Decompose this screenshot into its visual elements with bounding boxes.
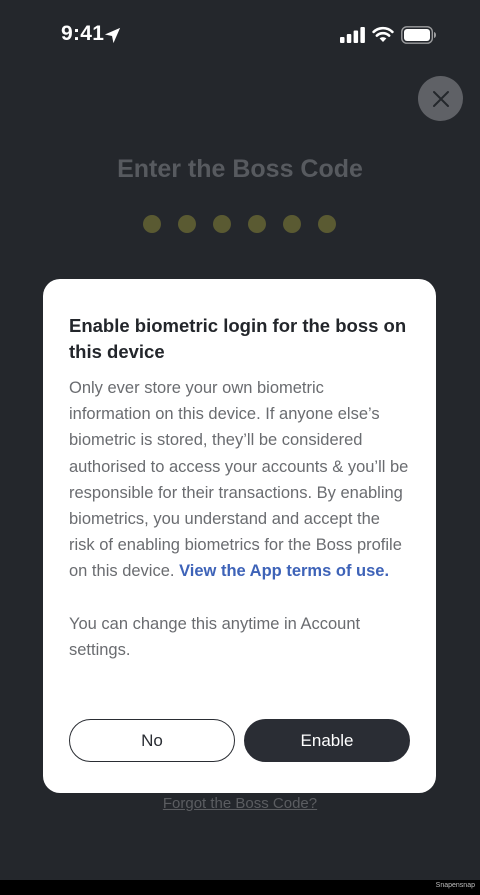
forgot-code-link[interactable]: Forgot the Boss Code? bbox=[0, 795, 480, 812]
pin-dot bbox=[248, 215, 266, 233]
pin-dot bbox=[178, 215, 196, 233]
pin-dot bbox=[143, 215, 161, 233]
status-time: 9:41 bbox=[61, 22, 105, 45]
battery-icon bbox=[401, 26, 436, 44]
no-button[interactable]: No bbox=[69, 719, 235, 762]
terms-of-use-link[interactable]: View the App terms of use. bbox=[179, 562, 389, 580]
close-button[interactable] bbox=[418, 76, 463, 121]
dialog-body: Only ever store your own biometric infor… bbox=[69, 375, 410, 585]
dialog-title: Enable biometric login for the boss on t… bbox=[69, 315, 407, 362]
watermark: Snapensnap bbox=[435, 882, 475, 889]
pin-dot bbox=[283, 215, 301, 233]
biometric-dialog: Enable biometric login for the boss on t… bbox=[43, 279, 436, 793]
dialog-actions: No Enable bbox=[69, 719, 410, 762]
close-icon bbox=[432, 90, 449, 107]
pin-dots bbox=[143, 215, 336, 233]
cellular-signal-icon bbox=[340, 27, 365, 43]
dialog-body-text: Only ever store your own biometric infor… bbox=[69, 379, 409, 581]
pin-dot bbox=[213, 215, 231, 233]
bottom-strip bbox=[0, 880, 480, 895]
location-arrow-icon bbox=[104, 27, 121, 44]
wifi-icon bbox=[372, 26, 394, 42]
pin-entry-title: Enter the Boss Code bbox=[117, 155, 363, 183]
enable-button[interactable]: Enable bbox=[244, 719, 410, 762]
status-bar: 9:41 bbox=[0, 0, 480, 70]
pin-dot bbox=[318, 215, 336, 233]
dialog-note: You can change this anytime in Account s… bbox=[69, 614, 361, 659]
